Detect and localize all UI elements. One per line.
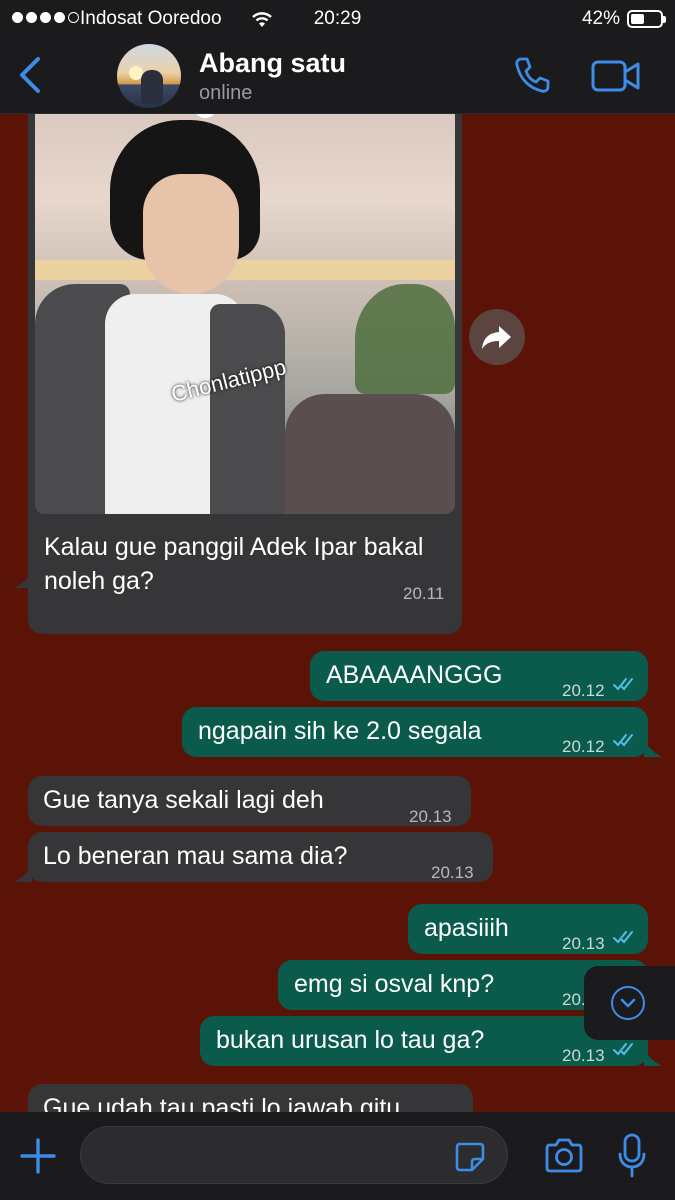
message-time: 20.13 (562, 1046, 605, 1065)
forward-button[interactable] (469, 309, 525, 365)
message-time: 20.12 (562, 737, 605, 756)
message-time: 20.13 (431, 863, 474, 882)
message-text: Kalau gue panggil Adek Ipar bakal noleh … (44, 533, 424, 595)
message-text: ngapain sih ke 2.0 segala (198, 717, 482, 745)
message-input[interactable] (80, 1126, 508, 1184)
message-text: emg si osval knp? (294, 970, 495, 998)
read-receipt-icon (613, 678, 633, 691)
message-bubble-outgoing[interactable]: apasiiih 20.13 (408, 904, 648, 954)
microphone-button[interactable] (617, 1132, 647, 1180)
message-text: Gue udah tau pasti lo jawab gitu (43, 1094, 401, 1112)
status-bar: Indosat Ooredoo 20:29 42% (0, 0, 675, 38)
message-time: 20.13 (562, 934, 605, 953)
voice-call-button[interactable] (512, 55, 552, 95)
chat-header: Abang satu online (0, 38, 675, 114)
message-photo[interactable]: Chonlatippp (35, 114, 455, 514)
message-bubble-incoming[interactable]: Lo beneran mau sama dia? 20.13 (14, 832, 493, 882)
attach-plus-button[interactable] (18, 1136, 58, 1176)
message-time: 20.13 (409, 807, 452, 826)
bubble-tail (644, 1050, 662, 1066)
contact-status: online (199, 82, 253, 104)
read-receipt-icon (613, 734, 633, 747)
scroll-to-bottom-button[interactable] (584, 966, 675, 1040)
battery-percentage: 42% (581, 8, 620, 29)
message-text: bukan urusan lo tau ga? (216, 1026, 485, 1054)
bubble-tail (14, 866, 32, 882)
sticker-button[interactable] (454, 1141, 486, 1173)
status-time: 20:29 (313, 8, 362, 29)
message-bubble-incoming[interactable]: Gue tanya sekali lagi deh 20.13 (28, 776, 471, 826)
message-bubble-outgoing[interactable]: ABAAAANGGG 20.12 (310, 651, 648, 701)
video-call-button[interactable] (590, 56, 642, 96)
image-message[interactable]: Chonlatippp Kalau gue panggil Adek Ipar … (14, 114, 462, 634)
chevron-down-icon (611, 986, 645, 1020)
message-time: 20.11 (403, 584, 445, 603)
message-bubble-incoming[interactable]: Gue udah tau pasti lo jawab gitu (28, 1084, 473, 1112)
message-text: Gue tanya sekali lagi deh (43, 786, 324, 814)
bubble-tail (14, 572, 32, 588)
message-list[interactable]: Chonlatippp Kalau gue panggil Adek Ipar … (0, 114, 675, 1112)
read-receipt-icon (613, 1043, 633, 1056)
camera-button[interactable] (543, 1136, 585, 1176)
message-text: ABAAAANGGG (326, 661, 503, 689)
message-time: 20.12 (562, 681, 605, 700)
back-button[interactable] (12, 54, 48, 96)
read-receipt-icon (613, 931, 633, 944)
share-arrow-icon (482, 326, 511, 349)
composer-bar (0, 1112, 675, 1200)
contact-name[interactable]: Abang satu (199, 48, 346, 79)
message-text: apasiiih (424, 914, 509, 942)
bubble-tail (644, 741, 662, 757)
battery-icon (627, 10, 666, 28)
message-text: Lo beneran mau sama dia? (43, 842, 348, 870)
contact-avatar[interactable] (117, 44, 181, 108)
message-bubble-outgoing[interactable]: bukan urusan lo tau ga? 20.13 (200, 1016, 662, 1066)
message-bubble-outgoing[interactable]: ngapain sih ke 2.0 segala 20.12 (182, 707, 662, 757)
